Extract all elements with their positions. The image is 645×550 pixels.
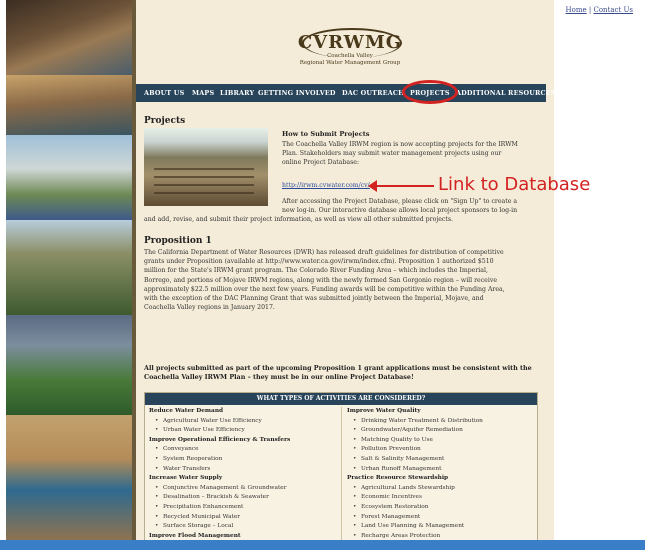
column-divider [341,407,342,541]
activity-item: Agricultural Lands Stewardship [347,484,483,494]
site-logo[interactable]: CVRWMG Coachella Valley Regional Water M… [288,22,412,84]
how-line-1: The Coachella Valley IRWM region is now … [282,141,518,148]
aqueduct-photo [6,135,132,220]
activity-item: Conveyance [149,445,290,455]
annotation-label: Link to Database [438,174,591,195]
link-separator: | [588,6,592,14]
proposition-text: The California Department of Water Resou… [144,248,544,312]
activities-table: WHAT TYPES OF ACTIVITIES ARE CONSIDERED?… [144,392,538,542]
activity-item: Agricultural Water Use Efficiency [149,417,290,427]
golf-course-photo [6,315,132,415]
activity-item: Land Use Planning & Management [347,522,483,532]
photo-strip [6,0,132,540]
how-to-submit-heading: How to Submit Projects [282,130,370,138]
activity-item: Desalination – Brackish & Seawater [149,493,290,503]
activity-item: Urban Runoff Management [347,465,483,475]
prop-line-3: million for the State's IRWM grant progr… [144,267,488,275]
activity-category: Increase Water Supply [149,475,223,482]
activity-category: Improve Water Quality [347,408,421,414]
activity-item: Forest Management [347,513,483,523]
how-line-2: Plan. Stakeholders may submit water mana… [282,150,502,158]
prop-line-7: Coachella Valley regions in January 2017… [144,304,275,312]
after-line-3: and add, revise, and submit their projec… [144,216,454,223]
logo-ring [302,28,402,58]
activity-item: Recycled Municipal Water [149,513,290,523]
activities-title: WHAT TYPES OF ACTIVITIES ARE CONSIDERED? [145,393,537,405]
nav-additional-resources[interactable]: ADDITIONAL RESOURCES [456,89,556,97]
canal-landscape-photo [6,415,132,540]
activity-item: Groundwater/Aquifer Remediation [347,426,483,436]
canal-photo [6,0,132,75]
activity-item: Matching Quality to Use [347,436,483,446]
activity-item: Pollution Prevention [347,445,483,455]
strip-divider [132,0,136,540]
top-links: Home | Contact Us [566,6,633,14]
projects-heading: Projects [144,116,186,126]
activity-item: Drinking Water Treatment & Distribution [347,417,483,427]
proposition-heading: Proposition 1 [144,236,212,246]
activity-item: Conjunctive Management & Groundwater [149,484,290,494]
project-database-link[interactable]: http://irwm.cvwater.com/cv/ [282,181,370,190]
how-line-3: online Project Database: [282,159,360,167]
home-link[interactable]: Home [566,6,587,14]
prop-line-2: grants under Proposition (available at h… [144,258,494,266]
prop-line-6: with the exception of the DAC Planning G… [144,295,484,303]
activities-right-column: Improve Water Quality Drinking Water Trea… [347,407,483,541]
after-access-text: After accessing the Project Database, pl… [282,197,544,215]
nav-dac-outreach[interactable]: DAC OUTREACH [342,89,404,97]
annotation-arrow-icon [368,180,434,192]
logo-subtitle-2: Regional Water Management Group [299,60,401,66]
main-nav: ABOUT US MAPS LIBRARY GETTING INVOLVED D… [136,84,555,102]
footer-bar [0,540,645,550]
activity-item: Salt & Salinity Management [347,455,483,465]
nav-about-us[interactable]: ABOUT US [144,89,184,97]
prop-line-1: The California Department of Water Resou… [144,249,504,256]
projects-highlight-ring [402,80,458,104]
activity-item: Economic Incentives [347,493,483,503]
consistency-notice: All projects submitted as part of the up… [144,364,532,382]
activity-item: Ecosystem Restoration [347,503,483,513]
activity-item: System Reoperation [149,455,290,465]
database-annotation: Link to Database [368,174,642,198]
prop-line-4: Borrego, and portions of Mojave IRWM reg… [144,276,497,284]
nav-library[interactable]: LIBRARY [220,89,254,97]
activity-item: Surface Storage – Local [149,522,290,532]
activity-category: Practice Resource Stewardship [347,475,449,482]
after-line-1: After accessing the Project Database, pl… [282,198,518,205]
activity-item: Precipitation Enhancement [149,503,290,513]
contact-us-link[interactable]: Contact Us [593,6,633,14]
how-to-submit-text: The Coachella Valley IRWM region is now … [282,140,542,168]
prop-line-5: approximately $22.5 million over the nex… [144,285,505,293]
palm-grove-photo [6,220,132,315]
desert-canal-photo [6,75,132,135]
nav-getting-involved[interactable]: GETTING INVOLVED [258,89,336,97]
activities-left-column: Reduce Water Demand Agricultural Water Us… [149,407,290,541]
project-site-photo [144,128,268,206]
activity-item: Water Transfers [149,465,290,475]
activity-item: Urban Water Use Efficiency [149,426,290,436]
nav-maps[interactable]: MAPS [192,89,214,97]
activity-category: Improve Operational Efficiency & Transfe… [149,436,291,443]
activity-category: Reduce Water Demand [149,408,224,414]
